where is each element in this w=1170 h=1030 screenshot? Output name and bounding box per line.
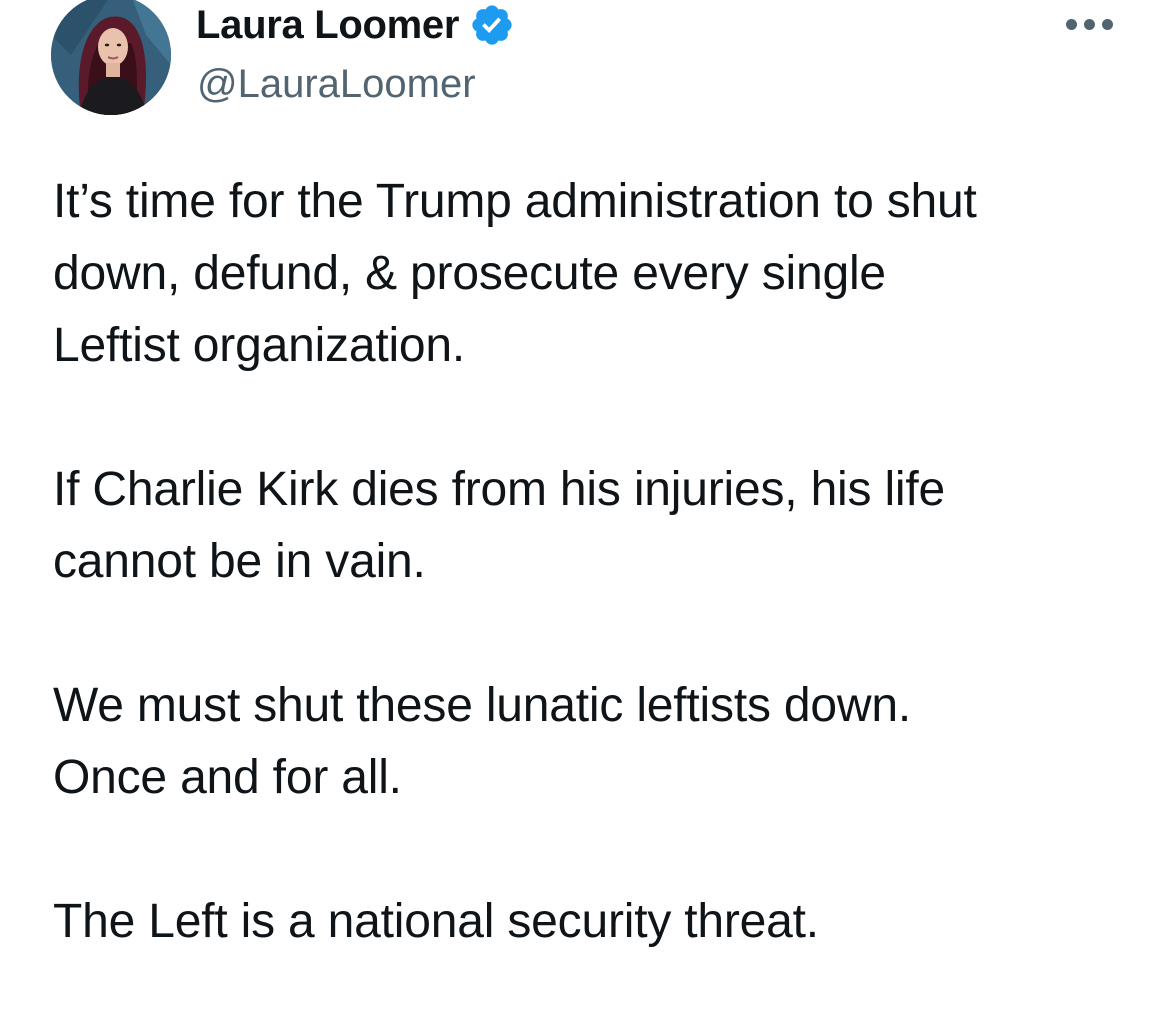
display-name[interactable]: Laura Loomer (196, 3, 459, 48)
tweet-paragraph: We must shut these lunatic leftists down… (53, 670, 1143, 814)
handle[interactable]: @LauraLoomer (197, 62, 476, 107)
tweet-paragraph: If Charlie Kirk dies from his injuries, … (53, 454, 1143, 598)
avatar-photo (51, 0, 171, 115)
tweet-line: If Charlie Kirk dies from his injuries, … (53, 463, 946, 516)
tweet-line: It’s time for the Trump administration t… (53, 175, 977, 228)
tweet-line: down, defund, & prosecute every single (53, 247, 886, 300)
tweet-line: Once and for all. (53, 751, 402, 804)
tweet: Laura Loomer @LauraLoomer It’s time for … (0, 0, 1170, 983)
tweet-line: We must shut these lunatic leftists down… (53, 679, 911, 732)
tweet-text: It’s time for the Trump administration t… (53, 166, 1143, 1030)
avatar[interactable] (51, 0, 171, 115)
tweet-paragraph: The Left is a national security threat. (53, 886, 1143, 958)
author-row: Laura Loomer (196, 2, 515, 48)
tweet-line: The Left is a national security threat. (53, 895, 819, 948)
tweet-line: Leftist organization. (53, 319, 466, 372)
tweet-paragraph: It’s time for the Trump administration t… (53, 166, 1143, 382)
more-options-icon[interactable] (1064, 12, 1116, 36)
verified-badge-icon (472, 5, 512, 45)
tweet-line: cannot be in vain. (53, 535, 426, 588)
